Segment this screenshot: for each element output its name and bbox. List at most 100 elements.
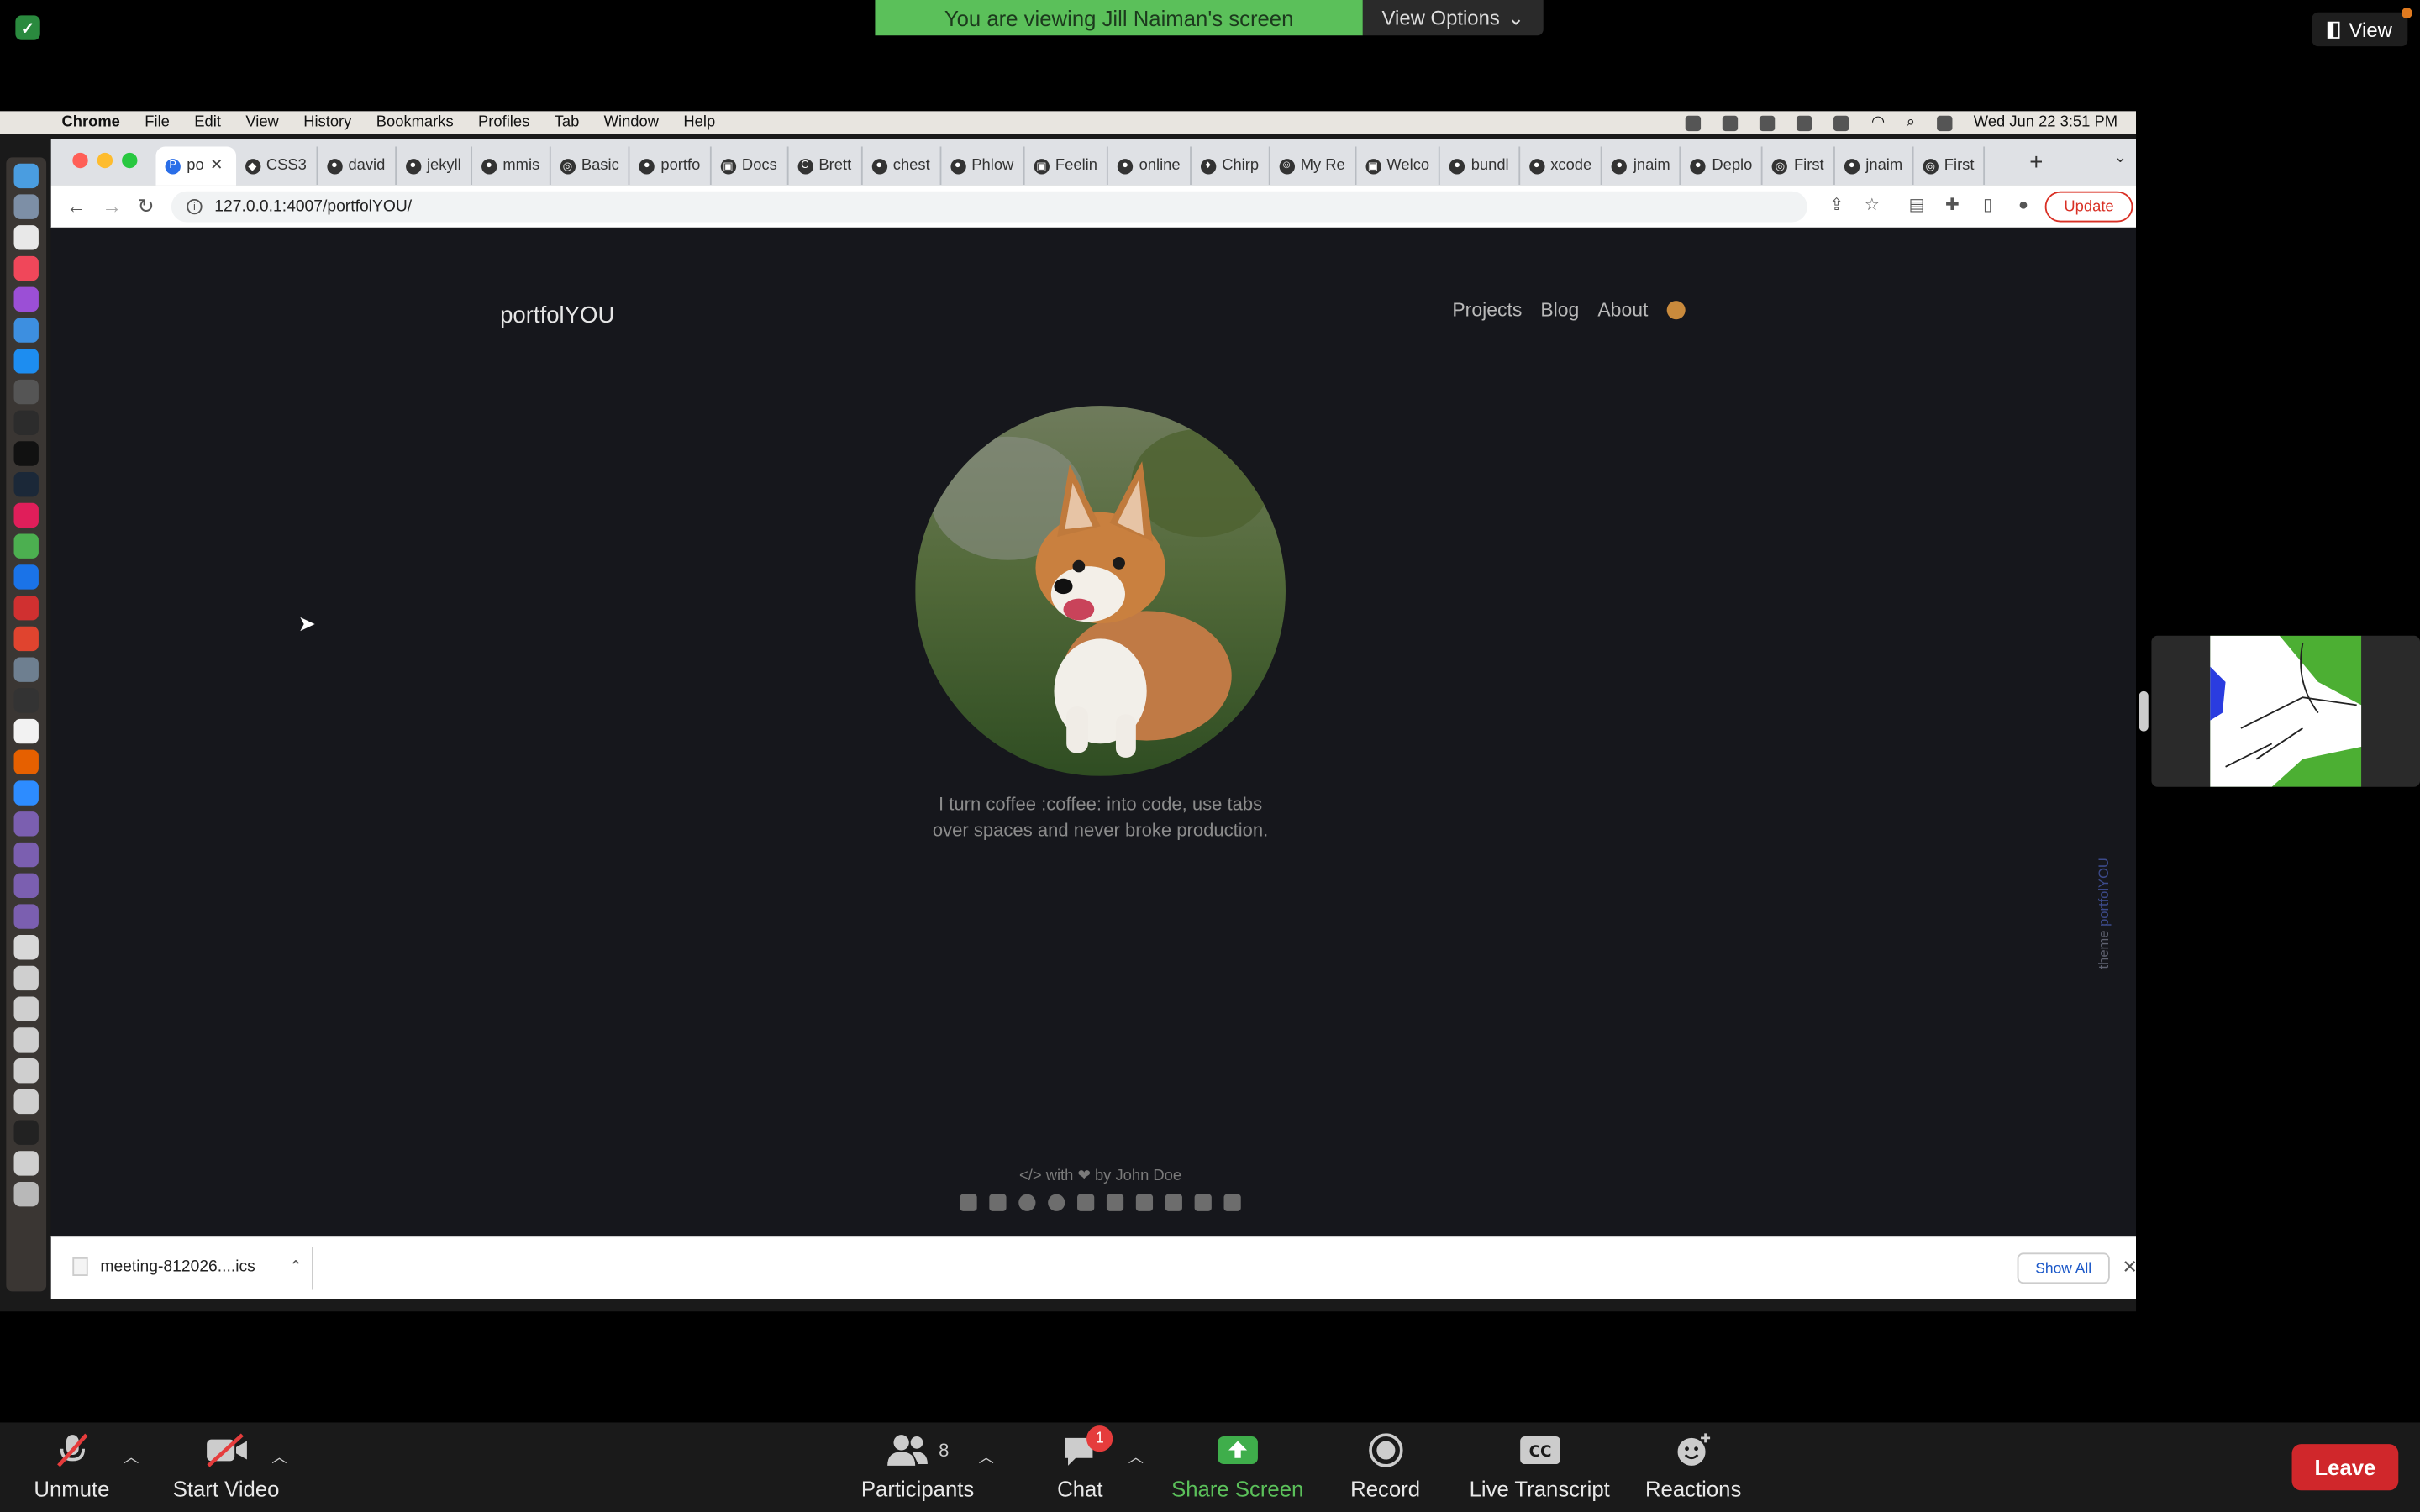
menu-history[interactable]: History — [292, 114, 365, 131]
browser-tab[interactable]: ● online — [1108, 146, 1192, 186]
podcasts-icon[interactable] — [13, 286, 39, 312]
view-button[interactable]: View — [2312, 8, 2412, 47]
emacs-icon[interactable] — [13, 904, 39, 929]
twitter-icon[interactable] — [1165, 1194, 1182, 1211]
browser-tab[interactable]: ● jekyll — [396, 146, 472, 186]
menu-edit[interactable]: Edit — [182, 114, 234, 131]
search-icon[interactable]: ⌕ — [1907, 114, 1915, 131]
control-center-icon[interactable] — [1936, 114, 1953, 131]
browser-tab[interactable]: ● portfo — [630, 146, 712, 186]
address-bar[interactable]: i 127.0.0.1:4007/portfolYOU/ — [171, 191, 1807, 223]
window-thumbnail-icon[interactable] — [13, 996, 39, 1021]
reactions-button[interactable]: Reactions — [1645, 1431, 1741, 1501]
menu-tab[interactable]: Tab — [542, 114, 592, 131]
emacs-icon[interactable] — [13, 842, 39, 868]
back-button[interactable]: ← — [66, 194, 87, 218]
emacs-icon[interactable] — [13, 873, 39, 898]
twitch-icon[interactable] — [1135, 1194, 1154, 1211]
puzzle-icon[interactable]: ✚ — [1943, 196, 1961, 214]
view-options-button[interactable]: View Options ⌄ — [1362, 0, 1544, 36]
facebook-icon[interactable] — [1018, 1194, 1036, 1211]
info-icon[interactable]: i — [187, 198, 203, 215]
status-icon[interactable] — [1760, 114, 1776, 131]
keynote-icon[interactable] — [13, 318, 39, 343]
live-transcript-button[interactable]: CC Live Transcript — [1470, 1431, 1610, 1501]
menu-help[interactable]: Help — [671, 114, 728, 131]
email-icon[interactable] — [989, 1194, 1007, 1211]
app-store-icon[interactable] — [13, 349, 39, 374]
zoom-icon[interactable] — [13, 780, 39, 806]
emacs-icon[interactable] — [13, 811, 39, 837]
nav-about[interactable]: About — [1597, 299, 1648, 321]
slack-icon[interactable] — [13, 502, 39, 528]
github-icon[interactable] — [1048, 1194, 1065, 1211]
nav-blog[interactable]: Blog — [1540, 299, 1579, 321]
close-window-button[interactable] — [72, 152, 88, 169]
panel-resize-handle[interactable] — [2139, 690, 2149, 732]
app-icon[interactable] — [13, 379, 39, 405]
status-icon[interactable] — [1797, 114, 1813, 131]
app-icon[interactable] — [13, 194, 39, 219]
browser-tab[interactable]: ● jnaim — [1835, 146, 1914, 186]
zoom-window-button[interactable] — [122, 152, 138, 169]
app-icon[interactable] — [13, 626, 39, 652]
security-shield-icon[interactable]: ✓ — [15, 15, 40, 40]
browser-tab[interactable]: ● bundl — [1440, 146, 1520, 186]
status-icon[interactable] — [1686, 114, 1702, 131]
app-icon[interactable] — [13, 688, 39, 713]
nav-projects[interactable]: Projects — [1452, 299, 1522, 321]
participants-button[interactable]: 8 Participants — [861, 1431, 974, 1501]
trash-icon[interactable] — [13, 1181, 39, 1207]
window-thumbnail-icon[interactable] — [13, 965, 39, 991]
window-thumbnail-icon[interactable] — [13, 1089, 39, 1115]
menu-file[interactable]: File — [133, 114, 182, 131]
site-brand[interactable]: portfolYOU — [500, 302, 614, 328]
browser-tab[interactable]: ● Deplo — [1681, 146, 1764, 186]
app-icon[interactable] — [13, 564, 39, 590]
extension-icon[interactable]: ▤ — [1907, 196, 1926, 214]
forward-button[interactable]: → — [102, 194, 122, 218]
update-button[interactable]: Update — [2044, 191, 2133, 223]
vimeo-icon[interactable] — [1194, 1194, 1212, 1211]
app-icon[interactable] — [13, 225, 39, 250]
window-thumbnail-icon[interactable] — [13, 1120, 39, 1145]
share-icon[interactable]: ⇪ — [1828, 196, 1846, 214]
close-icon[interactable]: ✕ — [2123, 1256, 2137, 1278]
document-icon[interactable] — [13, 935, 39, 960]
medium-icon[interactable] — [1106, 1194, 1124, 1211]
youtube-icon[interactable] — [1223, 1194, 1241, 1211]
theme-credit[interactable]: theme portfolYOU — [2096, 858, 2111, 969]
download-item[interactable]: meeting-812026....ics ⌃ — [72, 1257, 302, 1276]
window-thumbnail-icon[interactable] — [13, 1058, 39, 1084]
browser-tab[interactable]: ◎ First — [1763, 146, 1835, 186]
audio-options-caret-icon[interactable]: ︿ — [124, 1444, 139, 1467]
browser-tab[interactable]: C Brett — [788, 146, 863, 186]
browser-tab[interactable]: ▣ Welco — [1356, 146, 1440, 186]
chevron-up-icon[interactable]: ⌃ — [289, 1258, 302, 1275]
minimize-window-button[interactable] — [97, 152, 113, 169]
menu-chrome[interactable]: Chrome — [50, 114, 133, 131]
menu-bookmarks[interactable]: Bookmarks — [364, 114, 466, 131]
browser-tab[interactable]: ☺ My Re — [1270, 146, 1356, 186]
reload-button[interactable]: ↻ — [137, 194, 154, 218]
menu-view[interactable]: View — [234, 114, 292, 131]
browser-tab[interactable]: ● mmis — [472, 146, 551, 186]
record-button[interactable]: Record — [1350, 1431, 1420, 1501]
battery-icon[interactable] — [1833, 114, 1850, 131]
firefox-icon[interactable] — [13, 749, 39, 775]
video-options-caret-icon[interactable]: ︿ — [271, 1444, 287, 1467]
new-tab-button[interactable]: + — [2029, 150, 2043, 176]
linkedin-icon[interactable] — [1077, 1194, 1095, 1211]
unmute-button[interactable]: Unmute — [34, 1431, 109, 1501]
window-thumbnail-icon[interactable] — [13, 1027, 39, 1053]
browser-tab[interactable]: ◎ Basic — [550, 146, 630, 186]
app-icon[interactable] — [13, 657, 39, 682]
behance-icon[interactable] — [960, 1194, 977, 1211]
music-icon[interactable] — [13, 255, 39, 281]
browser-tab[interactable]: ● chest — [862, 146, 941, 186]
start-video-button[interactable]: Start Video — [173, 1431, 279, 1501]
browser-tab[interactable]: ♦ Chirp — [1191, 146, 1270, 186]
bookmark-star-icon[interactable]: ☆ — [1863, 196, 1881, 214]
app-icon[interactable] — [13, 595, 39, 621]
app-icon[interactable] — [13, 410, 39, 435]
